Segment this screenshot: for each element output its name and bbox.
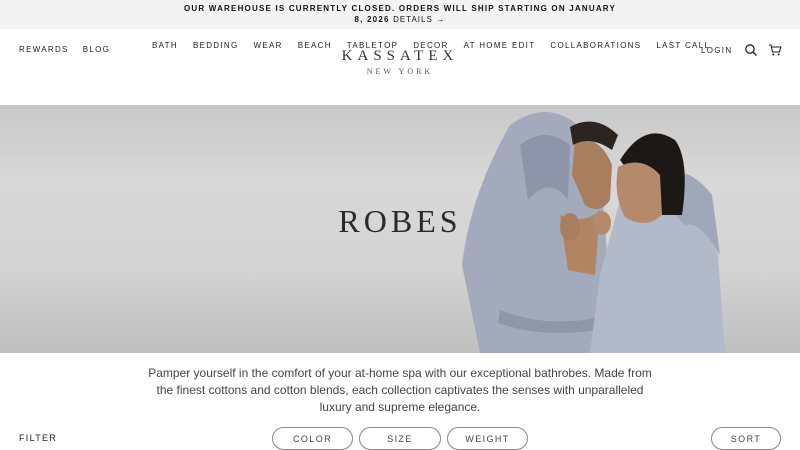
announcement-line-1: OUR WAREHOUSE IS CURRENTLY CLOSED. ORDER…: [183, 4, 617, 13]
filter-weight-button[interactable]: WEIGHT: [447, 427, 528, 450]
logo-subtitle: NEW YORK: [366, 67, 434, 76]
announcement-line-2: 8, 2026: [354, 15, 390, 24]
cart-icon[interactable]: [768, 43, 782, 57]
site-header: REWARDS BLOG BATH BEDDING WEAR BEACH TAB…: [0, 29, 800, 105]
search-icon[interactable]: [744, 43, 758, 57]
arrow-right-icon: →: [436, 15, 446, 24]
filter-label: FILTER: [19, 433, 58, 443]
hero-banner: ROBES: [0, 105, 800, 353]
logo-brand: KASSATEX: [341, 48, 459, 64]
login-link[interactable]: LOGIN: [701, 46, 732, 55]
logo[interactable]: KASSATEX NEW YORK: [0, 48, 800, 76]
sort-button[interactable]: SORT: [711, 427, 781, 450]
announcement-bar: OUR WAREHOUSE IS CURRENTLY CLOSED. ORDER…: [0, 0, 800, 29]
filter-size-button[interactable]: SIZE: [359, 427, 441, 450]
hero-image-couple-in-robes: [462, 112, 725, 353]
details-link[interactable]: DETAILS →: [393, 15, 445, 24]
filter-color-button[interactable]: COLOR: [272, 427, 353, 450]
account-links: LOGIN: [701, 43, 782, 57]
category-description: Pamper yourself in the comfort of your a…: [148, 366, 652, 414]
